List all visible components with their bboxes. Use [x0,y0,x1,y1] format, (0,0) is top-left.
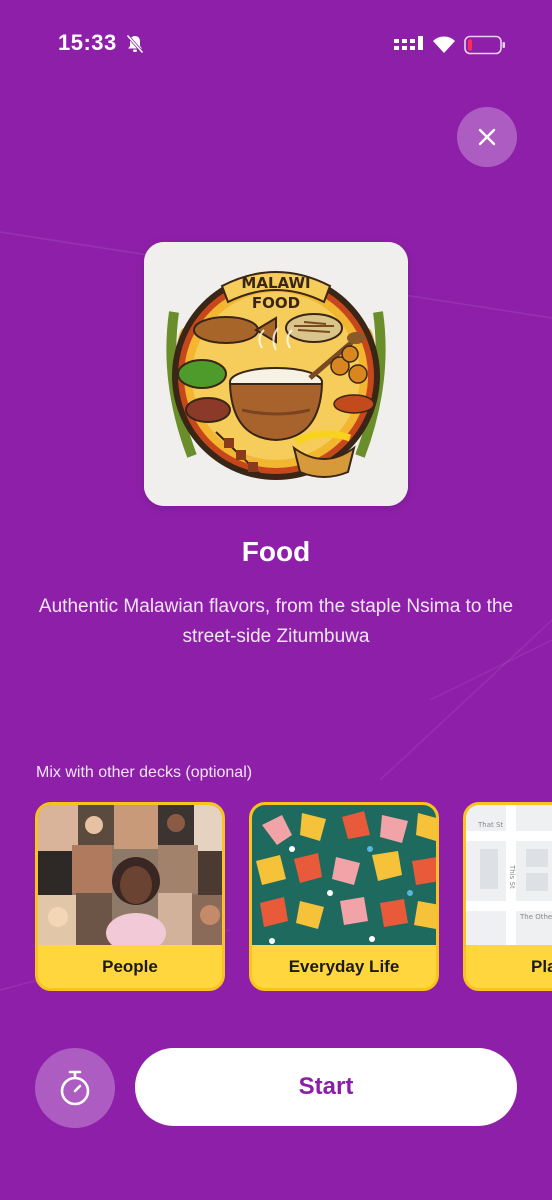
deck-title: Food [241,536,311,567]
wifi-icon [433,36,455,53]
deck-cover-image: MALAWI FOOD [144,242,408,506]
signal-icon [394,36,423,50]
deck-description: Authentic Malawian flavors, from the sta… [38,596,514,647]
image-title-line1: MALAWI [241,274,310,292]
mix-deck-label-places: Places [466,945,552,988]
start-button[interactable]: Start [135,1048,517,1126]
map-label-the-other-st: The Other St [519,913,552,921]
mix-deck-people[interactable]: People [35,802,225,991]
map-label-that-st: That St [477,821,503,829]
mix-decks-label: Mix with other decks (optional) [36,764,253,781]
close-icon [478,128,496,146]
stopwatch-icon [60,1070,90,1106]
map-label-this-st: This St [508,864,516,889]
places-map-image: That St The Other St This St [466,805,552,947]
close-button[interactable] [457,107,517,167]
mix-deck-label-everyday-life: Everyday Life [252,945,436,988]
status-bar: 15:33 [0,0,552,92]
mix-decks-carousel[interactable]: People Everyday Life That St The Othe Th… [35,802,552,995]
bell-muted-icon [126,34,144,54]
mix-deck-places[interactable]: That St The Other St This St Places [463,802,552,991]
people-collage-image [38,805,222,947]
battery-icon [464,35,505,55]
everyday-life-pattern-image [252,805,436,947]
deck-detail-screen: 15:33 MALAWI FOOD Food Authentic Malawia… [0,0,552,1200]
timer-button[interactable] [35,1048,115,1128]
status-time: 15:33 [58,30,117,55]
mix-deck-everyday-life[interactable]: Everyday Life [249,802,439,991]
mix-deck-label-people: People [38,945,222,988]
image-title-line2: FOOD [252,294,300,312]
malawi-food-illustration: MALAWI FOOD [144,242,408,506]
